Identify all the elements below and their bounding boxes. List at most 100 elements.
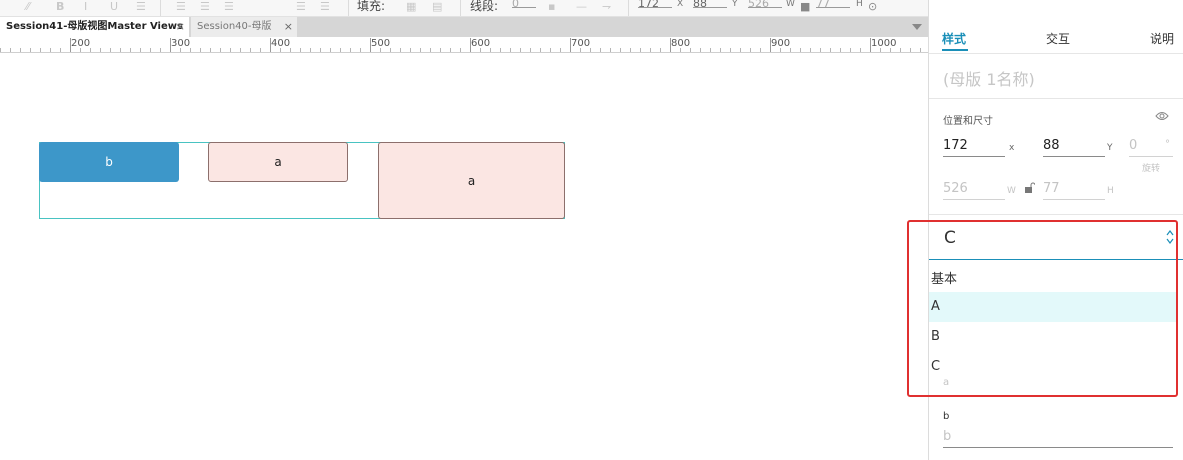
ruler-tick [690,48,691,52]
align-left-icon[interactable]: ☰ [176,1,186,13]
panel-divider [929,53,1183,54]
ruler-tick [70,38,71,52]
dropdown-option-a[interactable]: A [929,292,1176,322]
unlock-icon[interactable] [1025,182,1035,193]
tab-notes[interactable]: 说明 [1150,30,1174,47]
ruler-tick [240,48,241,52]
ruler-tick [290,48,291,52]
ruler-tick [860,48,861,52]
h-input[interactable]: 77 [1043,180,1105,200]
ruler-tick [600,48,601,52]
active-tab-indicator [942,49,968,51]
axure-editor-window: ⁄⁄ B I U ☰ ☰ ☰ ☰ ☰ ☰ 填充: ▦ ▤ 线段: 0 ▪ — ⇁… [0,0,1183,460]
ruler-tick [90,48,91,52]
settings-icon[interactable]: ⊙ [868,1,877,13]
ruler-tick [560,48,561,52]
master-state-dropdown[interactable]: C [929,220,1183,260]
close-icon[interactable]: × [284,17,293,37]
ruler-tick [280,48,281,52]
ruler-tick [790,48,791,52]
ruler-tick [250,48,251,52]
ruler-tick [340,48,341,52]
close-icon[interactable]: × [176,17,185,37]
ruler-tick [420,48,421,52]
ruler-tick [260,48,261,52]
list-icon[interactable]: ☰ [136,1,146,13]
ruler-tick [720,48,721,52]
ruler-tick [850,48,851,52]
lock-ratio-icon[interactable]: ■ [800,1,810,13]
tab-style[interactable]: 样式 [942,30,966,47]
ruler-tick [10,48,11,52]
ruler-tick [310,48,311,52]
bold-icon[interactable]: B [56,1,64,13]
ruler-tick [330,48,331,52]
ruler-tick [360,48,361,52]
master-name-field[interactable]: (母版 1名称) [943,66,1035,90]
ruler-tick [200,48,201,52]
fill-shadow-icon[interactable]: ▤ [432,1,442,13]
w-input[interactable]: 526 [943,180,1005,200]
ruler-tick [520,48,521,52]
underline-icon[interactable]: U [110,1,118,13]
toolbar-h-field[interactable]: 77 [816,0,850,8]
ruler-tick [700,48,701,52]
widget-a-small[interactable]: a [208,142,348,182]
x-input[interactable]: 172 [943,137,1005,157]
ruler-tick [210,48,211,52]
arrow-style-icon[interactable]: ⇁ [602,1,611,13]
ruler-tick [40,48,41,52]
ruler-tick [380,48,381,52]
y-input[interactable]: 88 [1043,137,1105,157]
chevron-up-down-icon[interactable] [1165,228,1175,246]
tab-interaction[interactable]: 交互 [1046,30,1070,47]
line-style-icon[interactable]: — [576,1,587,13]
dropdown-option-c[interactable]: C [929,352,1176,382]
y-label: Y [1107,143,1113,153]
tab-session41[interactable]: Session41-母版视图Master Views × [0,17,189,37]
override-b-label: b [943,411,950,422]
widget-b[interactable]: b [39,142,179,182]
toolbar-w-field[interactable]: 526 [748,0,782,8]
toolbar-x-field[interactable]: 172 [638,0,672,8]
ruler-tick [550,48,551,52]
ruler-tick [270,38,271,52]
ruler-tick [450,48,451,52]
align-center-icon[interactable]: ☰ [200,1,210,13]
tab-overflow-arrow-icon[interactable] [912,24,922,30]
italic-icon[interactable]: ⁄⁄ [26,1,30,13]
toolbar-h-label: H [856,0,863,9]
italic-text-icon[interactable]: I [84,1,87,13]
ruler-tick [910,48,911,52]
toolbar-y-label: Y [732,0,738,9]
option-group-label: 基本 [931,272,958,287]
ruler-tick [50,48,51,52]
dropdown-option-b[interactable]: B [929,322,1176,352]
toolbar-y-field[interactable]: 88 [693,0,727,8]
override-b-input[interactable]: b [943,428,1173,448]
ruler-tick [120,48,121,52]
horizontal-ruler: 200 300 400 500 600 700 800 900 1000 [0,37,928,53]
ruler-tick [510,48,511,52]
design-canvas[interactable]: b a a [0,54,928,460]
override-a-field[interactable]: a [943,377,949,388]
ruler-tick [180,48,181,52]
ruler-tick [20,48,21,52]
ruler-tick [150,48,151,52]
ruler-tick [0,48,1,52]
fill-color-icon[interactable]: ▦ [406,1,416,13]
ruler-tick [530,48,531,52]
line-color-icon[interactable]: ▪ [548,1,555,13]
ruler-tick [570,38,571,52]
eye-icon[interactable] [1155,111,1169,121]
ruler-tick [170,38,171,52]
align-middle-icon[interactable]: ☰ [320,1,330,13]
line-width-field[interactable]: 0 [512,0,536,8]
widget-a-large[interactable]: a [378,142,565,219]
widget-label: a [274,155,282,169]
tab-session40[interactable]: Session40-母版 × [191,17,297,37]
align-right-icon[interactable]: ☰ [224,1,234,13]
fill-label: 填充: [357,0,386,13]
align-top-icon[interactable]: ☰ [296,1,306,13]
ruler-tick [630,48,631,52]
